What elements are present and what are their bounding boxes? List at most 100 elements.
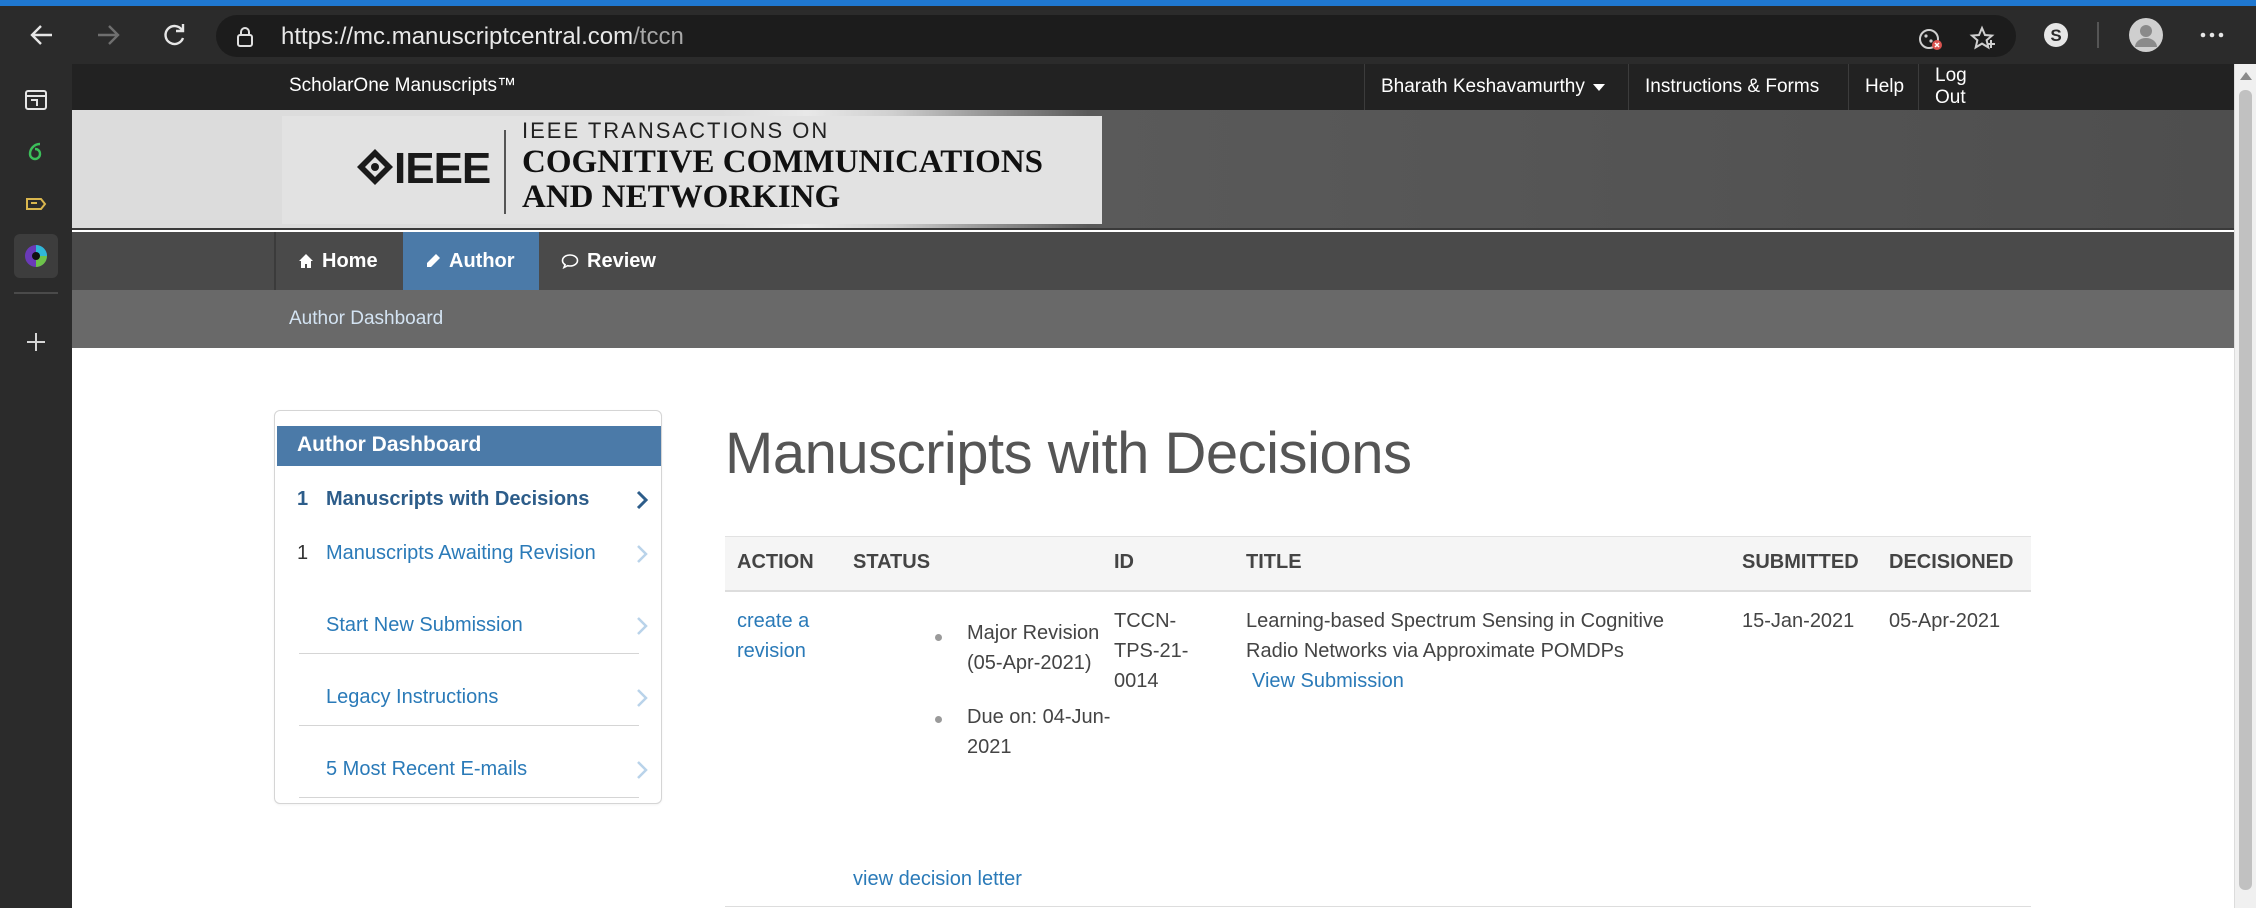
toolbar-separator — [2097, 22, 2099, 48]
col-action: ACTION — [737, 551, 814, 573]
user-menu[interactable]: Bharath Keshavamurthy — [1364, 64, 1628, 110]
status-bullet — [935, 634, 942, 641]
dashboard-heading: Author Dashboard — [277, 426, 661, 466]
chevron-right-icon — [637, 689, 648, 707]
scrollbar-thumb[interactable] — [2239, 90, 2252, 890]
sidebar-add-button[interactable] — [14, 320, 58, 364]
web-page: ScholarOne Manuscripts™ Bharath Keshavam… — [72, 64, 2234, 908]
chevron-right-icon — [637, 617, 648, 635]
tab-actions-icon — [25, 90, 47, 110]
browser-sidebar — [0, 64, 72, 908]
breadcrumb-author-dashboard[interactable]: Author Dashboard — [289, 308, 443, 330]
profile-button[interactable] — [2124, 14, 2168, 56]
item-count: 1 — [297, 542, 309, 564]
home-icon — [298, 253, 314, 269]
back-arrow-icon — [30, 25, 52, 45]
sidebar-app-3[interactable] — [14, 234, 58, 278]
instructions-forms-link[interactable]: Instructions & Forms — [1628, 64, 1848, 110]
manuscript-id: TCCN- TPS-21- 0014 — [1114, 610, 1189, 692]
url-text: https://mc.manuscriptcentral.com/tccn — [281, 23, 684, 50]
refresh-button[interactable] — [152, 14, 196, 56]
view-decision-letter-link[interactable]: view decision letter — [853, 864, 1022, 894]
dashboard-divider — [299, 797, 639, 798]
item-label: Legacy Instructions — [326, 686, 499, 708]
status-due-date: Due on: 04-Jun- 2021 — [967, 706, 1111, 758]
table-row-divider — [725, 906, 2031, 907]
forward-arrow-icon — [98, 25, 120, 45]
main-navigation: Home Author Review — [72, 232, 2234, 290]
comment-icon — [561, 253, 579, 269]
user-name: Bharath Keshavamurthy — [1381, 76, 1585, 97]
tab-author[interactable]: Author — [403, 232, 539, 290]
dashboard-divider — [299, 725, 639, 726]
journal-prefix: IEEE TRANSACTIONS ON — [522, 118, 830, 143]
extension-s-icon: S — [2044, 23, 2068, 47]
help-link[interactable]: Help — [1848, 64, 1918, 110]
dashboard-item-awaiting-revision[interactable]: 1 Manuscripts Awaiting Revision — [275, 529, 663, 579]
chevron-right-icon — [637, 761, 648, 779]
dashboard-divider — [299, 653, 639, 654]
ieee-diamond-logo — [357, 149, 393, 185]
forward-button[interactable] — [86, 14, 130, 56]
col-id: ID — [1114, 551, 1134, 573]
multicolor-app-icon — [25, 245, 47, 267]
tab-home[interactable]: Home — [276, 232, 400, 290]
yellow-app-icon — [26, 198, 47, 210]
col-title: TITLE — [1246, 551, 1302, 573]
ieee-wordmark: IEEE — [394, 144, 491, 193]
banner-divider — [504, 130, 506, 214]
manuscript-title: Learning-based Spectrum Sensing in Cogni… — [1246, 610, 1665, 692]
favorite-star-icon[interactable] — [1969, 25, 1997, 53]
item-label: Manuscripts with Decisions — [326, 488, 590, 510]
more-menu-button[interactable] — [2190, 14, 2234, 56]
decisioned-date: 05-Apr-2021 — [1889, 610, 2001, 632]
item-count: 1 — [297, 488, 309, 510]
create-revision-link[interactable]: create a revision — [737, 606, 809, 666]
item-label: Start New Submission — [326, 614, 523, 636]
table-header: ACTION STATUS ID TITLE SUBMITTED DECISIO… — [725, 536, 2031, 592]
sidebar-tab-actions[interactable] — [14, 78, 58, 122]
col-status: STATUS — [853, 551, 931, 573]
col-decisioned: DECISIONED — [1889, 551, 2014, 573]
refresh-icon — [164, 24, 185, 46]
tracking-prevention-icon[interactable] — [1916, 25, 1944, 53]
chevron-right-icon — [637, 545, 648, 563]
address-bar[interactable]: https://mc.manuscriptcentral.com/tccn — [216, 15, 2016, 57]
extension-button[interactable]: S — [2034, 14, 2078, 56]
sidebar-divider — [14, 292, 58, 294]
dashboard-item-legacy-instructions[interactable]: Legacy Instructions — [275, 673, 663, 723]
sidebar-app-2[interactable] — [14, 182, 58, 226]
lock-icon — [237, 27, 253, 47]
item-label: Manuscripts Awaiting Revision — [326, 542, 596, 564]
pencil-icon — [425, 253, 441, 269]
col-submitted: SUBMITTED — [1742, 551, 1859, 573]
scroll-up-arrow-icon[interactable] — [2240, 72, 2252, 80]
status-bullet — [935, 716, 942, 723]
chevron-right-icon — [636, 490, 649, 510]
dashboard-item-recent-emails[interactable]: 5 Most Recent E-mails — [275, 745, 663, 795]
plus-icon — [27, 333, 45, 351]
view-submission-link[interactable]: View Submission — [1252, 670, 1404, 692]
svg-text:S: S — [2050, 26, 2061, 45]
journal-title-line1: COGNITIVE COMMUNICATIONS — [522, 144, 1044, 180]
caret-down-icon — [1592, 83, 1605, 91]
browser-toolbar: https://mc.manuscriptcentral.com/tccn S — [0, 6, 2256, 64]
page-scrollbar[interactable] — [2234, 64, 2256, 908]
sidebar-app-1[interactable] — [14, 130, 58, 174]
dashboard-item-decisions[interactable]: 1 Manuscripts with Decisions — [275, 475, 663, 525]
tab-review[interactable]: Review — [539, 232, 678, 290]
ellipsis-icon — [2200, 32, 2224, 38]
sub-navigation: Author Dashboard — [72, 290, 2234, 348]
scholarone-brand: ScholarOne Manuscripts™ — [289, 75, 517, 96]
avatar-icon — [2129, 18, 2163, 52]
back-button[interactable] — [20, 14, 64, 56]
dashboard-item-new-submission[interactable]: Start New Submission — [275, 601, 663, 651]
item-label: 5 Most Recent E-mails — [326, 758, 528, 780]
author-dashboard-panel: Author Dashboard 1 Manuscripts with Deci… — [274, 410, 662, 804]
logout-link[interactable]: Log Out — [1918, 64, 2018, 110]
green-app-icon — [28, 142, 42, 161]
status-major-revision: Major Revision (05-Apr-2021) — [967, 622, 1100, 674]
site-topbar: ScholarOne Manuscripts™ Bharath Keshavam… — [72, 64, 2234, 110]
submitted-date: 15-Jan-2021 — [1742, 610, 1855, 632]
page-title: Manuscripts with Decisions — [725, 421, 1412, 486]
